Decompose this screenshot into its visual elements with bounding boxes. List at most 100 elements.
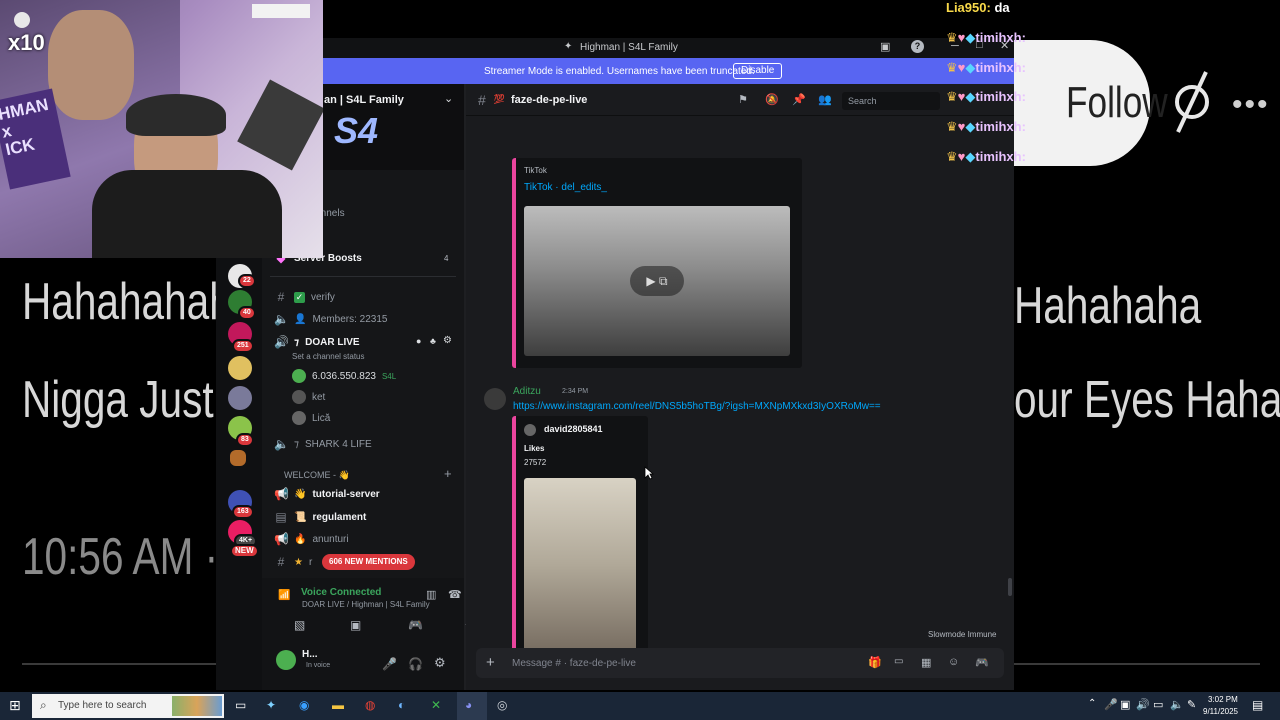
speaker-tray-icon[interactable]: 🔈 <box>1170 698 1184 711</box>
channel-anunturi[interactable]: 📢 🔥 anunturi <box>274 530 349 548</box>
clock-time[interactable]: 3:02 PM <box>1208 695 1238 704</box>
message-composer[interactable]: + Message # · faze-de-pe-live 🎁 ▭ ▦ ☺ 🎮 <box>476 648 1004 678</box>
diamond-icon: ◆ <box>965 149 976 164</box>
slash-circle-icon <box>1175 71 1209 133</box>
pin-icon[interactable]: 📌 <box>792 93 806 106</box>
chrome-icon[interactable]: ◍ <box>365 698 375 712</box>
message-author[interactable]: Aditzu <box>513 386 541 397</box>
mouse-cursor-icon <box>644 466 654 480</box>
plus-icon[interactable]: + <box>486 654 495 671</box>
display-tray-icon[interactable]: ▣ <box>1120 698 1130 711</box>
user-settings-icon[interactable]: ⚙ <box>434 655 446 671</box>
threads-icon[interactable]: ⚑ <box>738 93 748 106</box>
plus-icon[interactable]: + <box>444 466 452 481</box>
channel-doar-live[interactable]: 🔊 ⁊ DOAR LIVE <box>274 333 360 351</box>
steam-icon[interactable]: ◐ <box>398 698 405 712</box>
copilot-icon[interactable]: ✦ <box>266 698 276 712</box>
set-channel-status[interactable]: Set a channel status <box>292 352 365 361</box>
noise-icon[interactable]: ▥ <box>426 588 436 601</box>
title-bar: ✦ Highman | S4L Family ▣ ? ─ □ ✕ <box>216 38 1014 58</box>
streamer-shirt <box>92 170 282 258</box>
clock-date[interactable]: 9/11/2025 <box>1203 707 1238 716</box>
taskbar-search[interactable]: ⌕ Type here to search <box>32 694 224 718</box>
category-welcome[interactable]: WELCOME - 👋 <box>284 470 350 481</box>
mute-icon[interactable]: 🔕 <box>765 93 779 106</box>
tiktok-embed: TikTok TikTok · del_edits_ ▶ ⧉ <box>512 158 802 368</box>
chat-bubble-icon[interactable]: ● <box>416 336 421 346</box>
member-list-icon[interactable]: 👥 <box>818 93 832 106</box>
mic-icon[interactable]: 🎤 <box>382 657 397 671</box>
channel-shark[interactable]: 🔈 ⁊ SHARK 4 LIFE <box>274 435 372 453</box>
server-icon-7[interactable] <box>230 450 246 466</box>
gear-icon[interactable]: ⚙ <box>443 335 452 346</box>
chevron-down-icon[interactable]: ⌄ <box>444 92 453 105</box>
channel-tutorial-server[interactable]: 📢 👋 tutorial-server <box>274 485 380 503</box>
activity-icon[interactable]: 🎮 <box>408 618 423 632</box>
volume-tray-icon[interactable]: 🔊 <box>1136 698 1150 711</box>
signal-icon: 📶 <box>278 590 291 601</box>
scrollbar[interactable] <box>1008 578 1012 596</box>
voice-user-1[interactable]: 6.036.550.823 S4L <box>292 367 396 385</box>
speaker-icon: 🔈 <box>274 437 289 451</box>
video-thumbnail[interactable] <box>524 478 636 672</box>
megaphone-icon: 📢 <box>274 487 289 501</box>
more-dots-icon: ••• <box>1232 88 1270 121</box>
message-link[interactable]: https://www.instagram.com/reel/DNS5b5hoT… <box>513 401 881 412</box>
embed-title[interactable]: TikTok · del_edits_ <box>524 182 607 193</box>
tray-chevron-icon[interactable]: ⌃ <box>1088 698 1096 709</box>
disable-streamer-mode-button[interactable]: Disable <box>733 63 783 79</box>
windows-taskbar: ⊞ ⌕ Type here to search ▭ ✦ ◉ ▬ ◍ ◐ ✕ ◕ … <box>0 692 1280 720</box>
bg-text-1: Hahahahah <box>22 273 232 331</box>
server-name[interactable]: an | S4L Family <box>324 94 404 106</box>
headphones-icon[interactable]: 🎧 <box>408 657 423 671</box>
discord-taskbar-active[interactable]: ◕ <box>457 692 487 720</box>
voice-panel: 📶 Voice Connected DOAR LIVE / Highman | … <box>262 578 475 690</box>
network-tray-icon[interactable]: ▭ <box>1153 698 1163 711</box>
search-highlight-image <box>172 696 222 716</box>
boosts-count: 4 <box>444 254 449 263</box>
edge-icon[interactable]: ◉ <box>299 698 309 712</box>
message-input[interactable]: Message # · faze-de-pe-live <box>512 658 636 669</box>
diamond-icon: ◆ <box>965 119 976 134</box>
channel-members[interactable]: 🔈 👤 Members: 22315 <box>274 310 388 328</box>
search-input[interactable]: Search <box>842 92 940 110</box>
inbox-icon[interactable]: ▣ <box>880 40 890 53</box>
avatar[interactable] <box>484 388 506 410</box>
disconnect-icon[interactable]: ☎ <box>448 588 462 601</box>
mic-tray-icon[interactable]: 🎤 <box>1104 698 1118 711</box>
gif-icon[interactable]: ▭ <box>894 656 903 667</box>
apps-icon[interactable]: 🎮 <box>975 656 989 669</box>
obs-icon[interactable]: ◎ <box>497 698 507 712</box>
channel-verify[interactable]: # ✓ verify <box>274 288 335 306</box>
camera-off-icon[interactable]: ▧ <box>294 618 305 632</box>
pen-tray-icon[interactable]: ✎ <box>1187 698 1196 711</box>
sticker-icon[interactable]: ▦ <box>921 656 931 669</box>
screen-share-icon[interactable]: ▣ <box>350 618 361 632</box>
notifications-icon[interactable]: ▤ <box>1252 698 1263 712</box>
channel-regulament[interactable]: ▤ 📜 regulament <box>274 508 366 526</box>
xbox-icon[interactable]: ✕ <box>431 698 441 712</box>
crown-icon: ♛ <box>946 119 958 134</box>
server-badge-4: 83 <box>236 433 254 447</box>
file-explorer-icon[interactable]: ▬ <box>332 698 344 712</box>
voice-user-3[interactable]: Lică <box>292 409 330 427</box>
mic-arm <box>237 79 323 171</box>
voice-channel-path[interactable]: DOAR LIVE / Highman | S4L Family <box>302 600 430 609</box>
avatar[interactable] <box>276 650 296 670</box>
voice-user-2[interactable]: ket <box>292 388 325 406</box>
video-thumbnail[interactable]: ▶ ⧉ <box>524 206 790 356</box>
task-view-icon[interactable]: ▭ <box>235 698 246 712</box>
hook-icon: ⁊ <box>294 336 300 348</box>
invite-icon[interactable]: ♣ <box>430 336 436 346</box>
windows-start-icon[interactable]: ⊞ <box>9 697 21 714</box>
play-icon[interactable]: ▶ ⧉ <box>630 266 684 296</box>
emoji-icon[interactable]: ☺ <box>948 656 959 668</box>
server-icon-4[interactable] <box>228 356 252 380</box>
gift-icon[interactable]: 🎁 <box>868 656 882 669</box>
embed-author[interactable]: david2805841 <box>544 424 603 434</box>
channel-r[interactable]: # ★ r <box>274 553 313 571</box>
server-icon-5[interactable] <box>228 386 252 410</box>
new-mentions-pill[interactable]: 606 NEW MENTIONS <box>322 554 415 570</box>
follow-overlay: Follow <box>1014 40 1168 166</box>
help-icon[interactable]: ? <box>911 40 924 53</box>
